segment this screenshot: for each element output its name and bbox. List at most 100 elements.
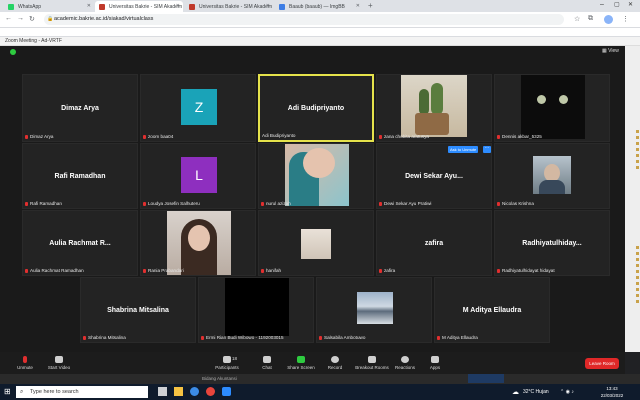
weather-text[interactable]: 32°C Hujan [523,389,549,395]
camera-feed [533,156,571,194]
task-view-icon[interactable] [158,387,167,396]
participant-name-tag: Nicolas Krishna [497,201,534,206]
video-tile[interactable]: Dimaz Arya Dimaz Arya [22,74,138,142]
chat-button[interactable]: Chat [250,356,284,370]
zoom-toolbar: Unmute Start Video Participants 18 Chat … [0,352,625,374]
video-tile[interactable]: Rania Prabandari [140,210,256,276]
unmute-button[interactable]: Unmute [8,356,42,370]
participant-display-name: Dimaz Arya [61,105,99,112]
participant-tag-text: zana chobita aratusya [384,134,429,139]
camera-feed [167,211,231,275]
clock-date: 22/03/2022 [600,393,624,398]
more-options-icon[interactable]: ··· [483,146,491,153]
chrome-icon[interactable] [206,387,215,396]
video-off-icon [55,356,63,363]
reload-icon[interactable]: ↻ [29,15,35,23]
video-tile[interactable]: zafira zafira [376,210,492,276]
record-icon [331,356,339,363]
video-tile[interactable]: Shabrina Mitsalina Shabrina Mitsalina [80,277,196,343]
share-screen-button[interactable]: Share Screen [284,356,318,370]
new-tab-icon[interactable]: + [368,1,373,10]
participant-name-tag: M Aditya Ellaudra [437,335,478,340]
leave-room-button[interactable]: Leave Room [585,358,619,369]
video-tile[interactable]: Rafi Ramadhan Rafi Ramadhan [22,143,138,209]
participants-button[interactable]: Participants [210,356,244,370]
participant-tag-text: Adi Budipriyanto [262,133,296,138]
shield-icon[interactable] [10,49,16,55]
participant-tag-text: zoom baa04 [148,134,174,139]
video-tile[interactable]: M Aditya Ellaudra M Aditya Ellaudra [434,277,550,343]
edge-icon[interactable] [190,387,199,396]
record-label: Record [327,365,343,370]
mic-muted-icon [497,134,500,139]
mic-muted-icon [319,335,322,340]
zoom-app-icon[interactable] [222,387,231,396]
video-tile[interactable]: Aulia Rachmat R... Aulia Rachmat Ramadha… [22,210,138,276]
video-tile[interactable]: Dennis akbar_5325 [494,74,610,142]
browser-tab-bar: WhatsApp ✕ Universitas Bakrie - SIM Akad… [0,0,640,12]
video-tile[interactable]: Radhiyatulhiday... Radhiyatulhidayat hid… [494,210,610,276]
participant-tag-text: Shabrina Mitsalina [88,335,126,340]
close-icon[interactable]: ✕ [176,3,180,9]
record-button[interactable]: Record [318,356,352,370]
camera-feed [357,292,393,324]
search-icon: ⌕ [20,389,24,395]
video-tile[interactable]: Ermi Rian Budi Wibowo - 1192003015 [198,277,314,343]
video-tile[interactable]: hanifah [258,210,374,276]
camera-feed [401,75,467,137]
close-icon[interactable]: ✕ [266,3,270,9]
clock[interactable]: 13:43 22/03/2022 [590,385,634,399]
video-tile[interactable]: Nicolas Krishna [494,143,610,209]
page-text: Bidang Akuntansi [202,376,237,381]
video-tile[interactable]: L Loudya Josefin Salhuteru [140,143,256,209]
mic-muted-icon [25,201,28,206]
taskbar-search-input[interactable]: ⌕ Type here to search [16,386,148,398]
menu-icon[interactable]: ⋮ [622,15,629,23]
mic-muted-icon [143,201,146,206]
start-video-button[interactable]: Start Video [42,356,76,370]
back-icon[interactable]: ← [5,15,12,22]
url-field[interactable]: 🔒 academic.bakrie.ac.id/siakad/virtualcl… [44,14,564,25]
window-close-icon[interactable]: ✕ [628,1,633,8]
mic-muted-icon [261,201,264,206]
video-tile[interactable]: nurul azizah [258,143,374,209]
close-icon[interactable]: ✕ [87,3,91,9]
avatar[interactable] [604,15,613,24]
tray-icons[interactable]: ⌃ ◉ ♪ [560,389,574,395]
participant-tag-text: Dennis akbar_5325 [502,134,542,139]
forward-icon[interactable]: → [17,15,24,22]
close-icon[interactable]: ✕ [356,3,360,9]
participant-name-tag: Salsabila Ambotuwo [319,335,365,340]
participant-display-name: Shabrina Mitsalina [107,307,169,314]
mic-muted-icon [437,335,440,340]
participant-name-tag: Ermi Rian Budi Wibowo - 1192003015 [201,335,284,340]
page-below-zoom: Bidang Akuntansi [0,374,640,384]
participant-tag-text: Ermi Rian Budi Wibowo - 1192003015 [206,335,284,340]
maximize-icon[interactable]: ▢ [614,1,620,8]
ask-to-unmute-button[interactable]: Ask to Unmute [448,146,479,153]
video-tile[interactable]: Ask to Unmute ··· Dewi Sekar Ayu... Dewi… [376,143,492,209]
page-button[interactable] [468,374,504,383]
avatar: L [181,157,217,193]
video-tile[interactable]: Salsabila Ambotuwo [316,277,432,343]
breakout-rooms-button[interactable]: Breakout Rooms [352,356,392,370]
browser-tab-siakad-1[interactable]: Universitas Bakrie - SIM Akadem ✕ [95,1,183,12]
extensions-icon[interactable]: ⧉ [588,15,593,23]
minimize-icon[interactable]: – [600,1,604,8]
weather-icon: ☁ [512,389,519,396]
video-tile[interactable]: Z zoom baa04 [140,74,256,142]
apps-button[interactable]: Apps [418,356,452,370]
browser-tab-imgbb[interactable]: Baaub (baaub) — ImgBB ✕ [275,1,363,12]
reactions-button[interactable]: Reactions [388,356,422,370]
windows-start-icon[interactable]: ⊞ [4,387,11,396]
participant-display-name: Rafi Ramadhan [54,173,106,180]
leave-room-label: Leave Room [589,361,615,366]
video-tile-active-speaker[interactable]: Adi Budipriyanto Adi Budipriyanto [258,74,374,142]
video-tile[interactable]: zana chobita aratusya [376,74,492,142]
browser-tab-whatsapp[interactable]: WhatsApp ✕ [4,1,94,12]
view-button[interactable]: ▦ View [602,48,619,54]
browser-tab-siakad-2[interactable]: Universitas Bakrie - SIM Akadem ✕ [185,1,273,12]
mic-muted-icon [497,268,500,273]
star-icon[interactable]: ☆ [574,15,580,23]
file-explorer-icon[interactable] [174,387,183,396]
